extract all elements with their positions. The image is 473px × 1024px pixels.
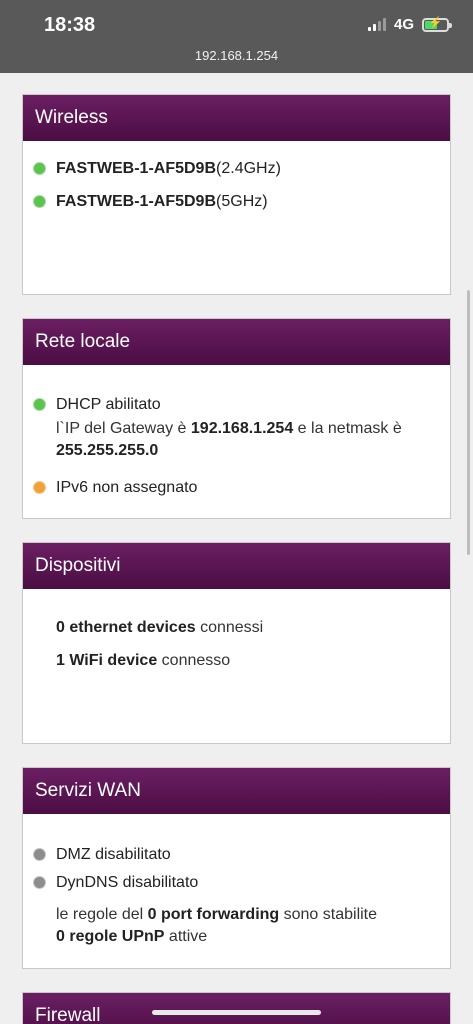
upnp-count: 0 regole UPnP (56, 928, 165, 945)
ipv6-label: IPv6 non assegnato (56, 479, 198, 496)
dyndns-status: DynDNS disabilitato (23, 871, 450, 894)
status-dot-icon (34, 163, 45, 174)
dhcp-status: DHCP abilitato (23, 393, 450, 416)
lan-panel-body: DHCP abilitato l`IP del Gateway è 192.16… (23, 365, 450, 499)
wireless-network-item: FASTWEB-1-AF5D9B(5GHz) (23, 190, 450, 213)
dhcp-label: DHCP abilitato (56, 396, 161, 413)
status-dot-icon (34, 196, 45, 207)
gateway-ip: 192.168.1.254 (190, 420, 294, 437)
ethernet-devices: 0 ethernet devices connessi (23, 617, 450, 639)
home-indicator[interactable] (152, 1010, 321, 1015)
dyndns-label: DynDNS disabilitato (56, 874, 199, 891)
wan-panel-body: DMZ disabilitato DynDNS disabilitato le … (23, 814, 450, 948)
pf-text: le regole del (56, 906, 148, 923)
cellular-signal-icon (367, 18, 386, 31)
battery-icon: ⚡ (422, 16, 452, 32)
lan-panel-title[interactable]: Rete locale (23, 319, 450, 365)
wifi-count: 1 WiFi device (56, 652, 158, 669)
address-bar-url[interactable]: 192.168.1.254 (0, 48, 473, 63)
dmz-status: DMZ disabilitato (23, 843, 450, 866)
devices-panel-body: 0 ethernet devices connessi 1 WiFi devic… (23, 589, 450, 672)
wan-panel: Servizi WAN DMZ disabilitato DynDNS disa… (22, 767, 451, 969)
wifi-label: connesso (157, 652, 231, 669)
wireless-panel-title[interactable]: Wireless (23, 95, 450, 141)
wireless-band: (2.4GHz) (216, 160, 281, 177)
status-bar: 18:38 4G ⚡ 192.168.1.254 (0, 0, 473, 73)
upnp-suffix: attive (164, 928, 208, 945)
ipv6-status: IPv6 non assegnato (23, 476, 450, 499)
wireless-ssid: FASTWEB-1-AF5D9B (56, 193, 217, 210)
port-forwarding-info: le regole del 0 port forwarding sono sta… (23, 904, 450, 926)
wireless-ssid: FASTWEB-1-AF5D9B (56, 160, 217, 177)
charging-bolt-icon: ⚡ (428, 16, 443, 29)
wireless-panel: Wireless FASTWEB-1-AF5D9B(2.4GHz) FASTWE… (22, 94, 451, 295)
wireless-panel-body: FASTWEB-1-AF5D9B(2.4GHz) FASTWEB-1-AF5D9… (23, 141, 450, 213)
network-type: 4G (393, 16, 414, 33)
status-dot-icon (34, 877, 45, 888)
wifi-devices: 1 WiFi device connesso (23, 650, 450, 672)
lan-panel: Rete locale DHCP abilitato l`IP del Gate… (22, 318, 451, 519)
status-dot-icon (34, 849, 45, 860)
status-dot-icon (34, 399, 45, 410)
gateway-text: l`IP del Gateway è (56, 420, 191, 437)
ethernet-label: connessi (195, 619, 264, 636)
page-scrollbar[interactable] (467, 290, 470, 555)
ethernet-count: 0 ethernet devices (56, 619, 196, 636)
wan-panel-title[interactable]: Servizi WAN (23, 768, 450, 814)
devices-panel: Dispositivi 0 ethernet devices connessi … (22, 542, 451, 744)
firewall-panel-title[interactable]: Firewall (23, 993, 450, 1024)
upnp-info: 0 regole UPnP attive (23, 926, 450, 948)
netmask-text: e la netmask è (293, 420, 402, 437)
status-dot-icon (34, 482, 45, 493)
wireless-band: (5GHz) (216, 193, 268, 210)
gateway-info: l`IP del Gateway è 192.168.1.254 e la ne… (23, 418, 450, 462)
wireless-network-item: FASTWEB-1-AF5D9B(2.4GHz) (23, 157, 450, 180)
devices-panel-title[interactable]: Dispositivi (23, 543, 450, 589)
pf-count: 0 port forwarding (147, 906, 280, 923)
netmask-value: 255.255.255.0 (56, 442, 159, 459)
dmz-label: DMZ disabilitato (56, 846, 171, 863)
status-indicators: 4G ⚡ (367, 16, 452, 33)
pf-suffix: sono stabilite (279, 906, 378, 923)
status-time: 18:38 (44, 14, 96, 36)
firewall-panel: Firewall (22, 992, 451, 1024)
